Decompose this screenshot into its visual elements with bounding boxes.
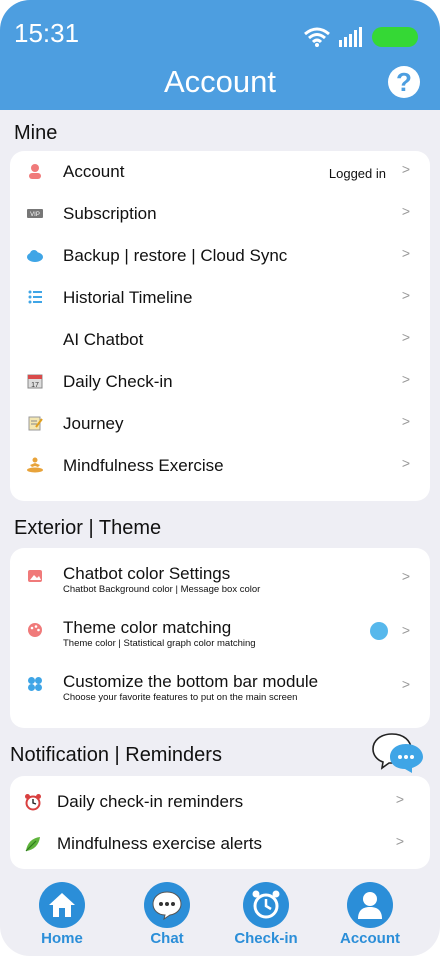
user-icon: [347, 882, 393, 928]
menu-item-checkin-reminders[interactable]: Daily check-in reminders >: [10, 781, 430, 823]
chevron-right-icon: >: [401, 287, 410, 303]
menu-item-subscription[interactable]: VIP Subscription >: [10, 193, 430, 235]
menu-sublabel: Choose your favorite features to put on …: [63, 692, 298, 703]
menu-item-account[interactable]: Account Logged in >: [10, 151, 430, 193]
menu-label: AI Chatbot: [63, 330, 144, 349]
notifications-card: Daily check-in reminders > Mindfulness e…: [10, 776, 430, 869]
meditation-icon: [26, 457, 44, 475]
menu-item-theme-color[interactable]: Theme color matching Theme color | Stati…: [10, 612, 430, 658]
image-icon: [26, 568, 44, 586]
menu-label: Theme color matching: [63, 618, 232, 637]
chevron-right-icon: >: [395, 791, 404, 807]
menu-label: Customize the bottom bar module: [63, 672, 319, 691]
chevron-right-icon: >: [401, 329, 410, 345]
chevron-right-icon: >: [401, 413, 410, 429]
menu-label: Daily Check-in: [63, 372, 173, 391]
menu-label: Backup | restore | Cloud Sync: [63, 246, 288, 265]
menu-label: Mindfulness Exercise: [63, 456, 224, 475]
menu-label: Daily check-in reminders: [57, 792, 244, 811]
question-circle-icon[interactable]: ?: [388, 66, 420, 98]
svg-text:VIP: VIP: [30, 212, 40, 218]
wifi-icon: [304, 27, 330, 47]
memo-icon: [26, 415, 44, 433]
chevron-right-icon: >: [401, 568, 410, 584]
menu-item-bottom-bar[interactable]: Customize the bottom bar module Choose y…: [10, 666, 430, 712]
menu-item-mindfulness-alerts[interactable]: Mindfulness exercise alerts >: [10, 823, 430, 865]
menu-sublabel: Theme color | Statistical graph color ma…: [63, 638, 256, 649]
tab-label: Account: [340, 930, 400, 947]
chevron-right-icon: >: [395, 833, 404, 849]
chevron-right-icon: >: [401, 161, 410, 177]
tab-chat[interactable]: Chat: [122, 882, 212, 947]
exterior-card: Chatbot color Settings Chatbot Backgroun…: [10, 548, 430, 728]
section-title-exterior: Exterior | Theme: [14, 517, 162, 539]
menu-item-chatbot-color[interactable]: Chatbot color Settings Chatbot Backgroun…: [10, 558, 430, 604]
battery-icon: [372, 27, 418, 47]
page-title: Account: [163, 64, 276, 99]
section-title-notifications: Notification | Reminders: [10, 744, 222, 766]
chevron-right-icon: >: [401, 455, 410, 471]
chat-bubbles-icon[interactable]: [372, 732, 424, 774]
menu-label: Account: [63, 162, 125, 181]
home-icon: [39, 882, 85, 928]
menu-sublabel: Chatbot Background color | Message box c…: [63, 584, 261, 595]
menu-item-journey[interactable]: Journey >: [10, 403, 430, 445]
menu-label: Mindfulness exercise alerts: [57, 834, 263, 853]
tab-home[interactable]: Home: [17, 882, 107, 947]
chat-icon: [144, 882, 190, 928]
cloud-icon: [26, 247, 44, 265]
tab-account[interactable]: Account: [325, 882, 415, 947]
chevron-right-icon: >: [401, 622, 410, 638]
signal-icon: [339, 27, 362, 47]
theme-color-swatch[interactable]: [370, 622, 388, 640]
svg-text:17: 17: [31, 382, 39, 389]
menu-label: Journey: [63, 414, 124, 433]
chevron-right-icon: >: [401, 371, 410, 387]
status-time: 15:31: [14, 18, 80, 48]
status-icons: [304, 26, 418, 48]
menu-label: Chatbot color Settings: [63, 564, 231, 583]
user-icon: [26, 163, 44, 181]
menu-item-backup[interactable]: Backup | restore | Cloud Sync >: [10, 235, 430, 277]
login-status: Logged in: [328, 166, 386, 181]
header-bar: 15:31 Account ?: [0, 0, 440, 110]
vip-icon: VIP: [26, 205, 44, 223]
menu-label: Subscription: [63, 204, 157, 223]
chevron-right-icon: >: [401, 245, 410, 261]
chevron-right-icon: >: [401, 203, 410, 219]
tab-check-in[interactable]: Check-in: [221, 882, 311, 947]
leaf-icon: [24, 835, 42, 853]
menu-item-ai-chatbot[interactable]: AI Chatbot >: [10, 319, 430, 361]
tab-label: Home: [41, 930, 83, 947]
timeline-icon: [26, 289, 44, 307]
bottom-tab-bar: Home Chat Check-in Account: [0, 874, 440, 956]
alarm-clock-icon: [24, 793, 42, 811]
phone-screen: 15:31 Account ? Mine Account Logged in >…: [0, 0, 440, 956]
menu-item-mindfulness[interactable]: Mindfulness Exercise >: [10, 445, 430, 487]
menu-item-daily-check-in[interactable]: 17 Daily Check-in >: [10, 361, 430, 403]
chevron-right-icon: >: [401, 676, 410, 692]
palette-icon: [26, 622, 44, 640]
tab-label: Chat: [150, 930, 184, 947]
tab-label: Check-in: [234, 930, 298, 947]
menu-item-timeline[interactable]: Historial Timeline >: [10, 277, 430, 319]
grid-icon: [26, 676, 44, 694]
alarm-icon: [243, 882, 289, 928]
mine-card: Account Logged in > VIP Subscription > B…: [10, 151, 430, 501]
calendar-icon: 17: [26, 373, 44, 391]
section-title-mine: Mine: [14, 122, 58, 144]
menu-label: Historial Timeline: [63, 288, 193, 307]
